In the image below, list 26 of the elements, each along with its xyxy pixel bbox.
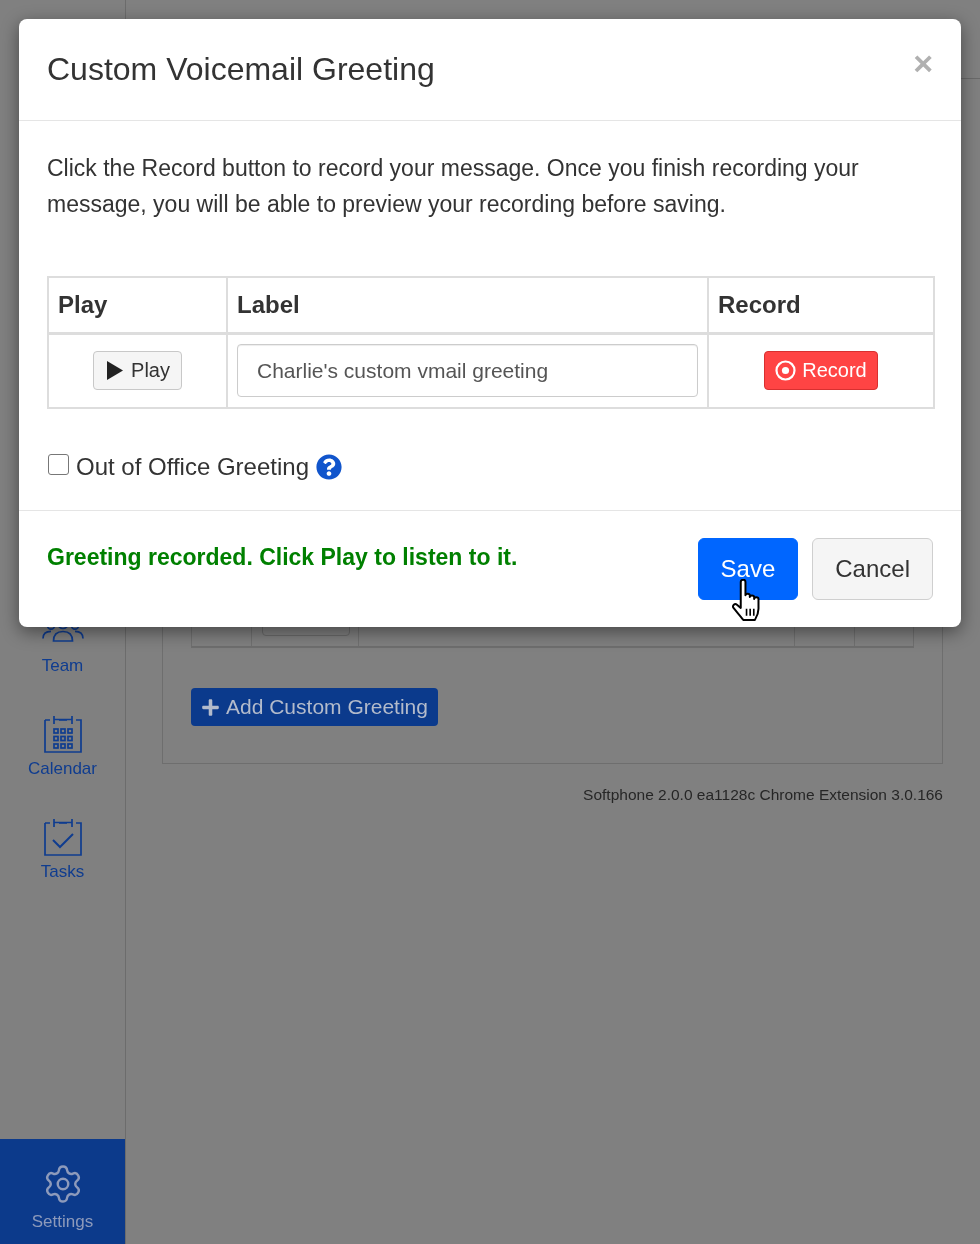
record-button[interactable]: Record xyxy=(764,351,878,391)
play-button[interactable]: Play xyxy=(93,351,182,391)
sidebar-item[interactable]: Tasks xyxy=(0,818,125,882)
team-icon xyxy=(41,627,84,642)
cancel-button[interactable]: Cancel xyxy=(812,538,933,600)
add-greeting-button[interactable]: Add Custom Greeting xyxy=(191,688,438,726)
checkbox-label[interactable]: Out of Office Greeting xyxy=(76,453,309,481)
sidebar-item[interactable]: Team xyxy=(0,612,125,676)
save-button[interactable]: Save xyxy=(697,538,799,600)
column-header: Record xyxy=(708,277,934,333)
column-header: Play xyxy=(48,277,227,333)
column-header: Label xyxy=(227,277,708,333)
dialog-title: Custom Voicemail Greeting xyxy=(47,51,435,88)
sidebar-item[interactable]: Settings xyxy=(0,1139,125,1244)
version-text: Softphone 2.0.0 ea1128c Chrome Extension 3.0.166 xyxy=(583,786,943,804)
sidebar-item[interactable]: Calendar xyxy=(0,715,125,779)
tasks-icon xyxy=(43,818,82,856)
label-input[interactable]: Charlie's custom vmail greeting xyxy=(237,344,698,398)
status-message: Greeting recorded. Click Play to listen to it. xyxy=(47,543,518,572)
record-icon xyxy=(775,360,797,382)
checkbox[interactable] xyxy=(48,454,69,475)
instructions-text: Click the Record button to record your message. Once you finish recording your message, you will be able to preview your recording before saving. xyxy=(47,154,860,219)
help-icon[interactable] xyxy=(316,454,342,480)
calendar-icon xyxy=(43,715,82,753)
plus-icon xyxy=(201,697,220,717)
play-icon xyxy=(107,361,124,381)
